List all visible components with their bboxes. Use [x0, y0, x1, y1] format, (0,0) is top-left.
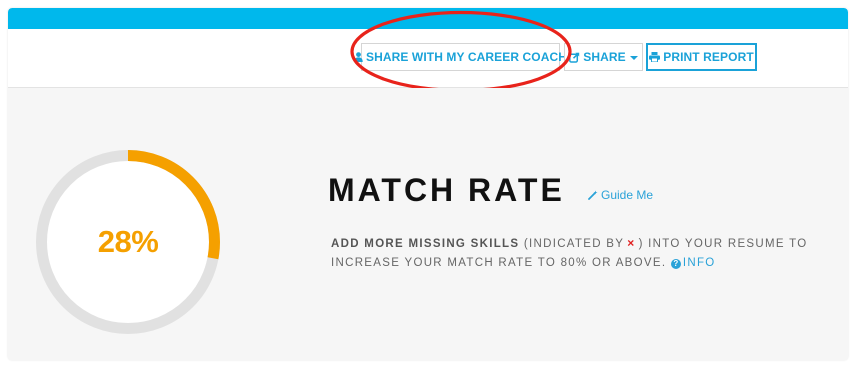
print-report-button[interactable]: PRINT REPORT — [646, 43, 757, 71]
missing-skill-x-icon: × — [627, 236, 636, 250]
share-label: SHARE — [583, 50, 626, 64]
magic-wand-icon — [588, 190, 598, 200]
match-rate-value: 28% — [97, 224, 159, 259]
info-link[interactable]: ? INFO — [670, 257, 716, 269]
share-dropdown-button[interactable]: SHARE — [564, 43, 643, 71]
print-icon — [649, 52, 661, 62]
caret-down-icon — [629, 56, 638, 60]
user-icon — [354, 52, 363, 62]
print-report-label: PRINT REPORT — [663, 50, 754, 64]
share-with-career-coach-label: SHARE WITH MY CAREER COACH — [365, 50, 568, 64]
report-toolbar: SHARE WITH MY CAREER COACH SHARE PRINT R… — [8, 29, 848, 88]
guide-me-link[interactable]: Guide Me — [588, 188, 653, 202]
brand-top-bar — [8, 8, 848, 29]
question-circle-icon: ? — [670, 259, 681, 269]
share-icon — [569, 52, 580, 63]
instruction-emphasis: ADD MORE MISSING SKILLS — [331, 238, 520, 250]
guide-me-label: Guide Me — [601, 188, 654, 202]
match-rate-instructions: ADD MORE MISSING SKILLS (INDICATED BY ×) … — [331, 234, 831, 273]
match-rate-section: 28% MATCH RATE Guide Me ADD MORE MISSING… — [8, 88, 848, 360]
instruction-text-part1: (INDICATED BY — [523, 238, 625, 250]
match-rate-title: MATCH RATE — [328, 172, 565, 208]
report-card: SHARE WITH MY CAREER COACH SHARE PRINT R… — [8, 8, 848, 360]
share-with-career-coach-button[interactable]: SHARE WITH MY CAREER COACH — [354, 43, 567, 71]
info-label: INFO — [682, 257, 716, 269]
